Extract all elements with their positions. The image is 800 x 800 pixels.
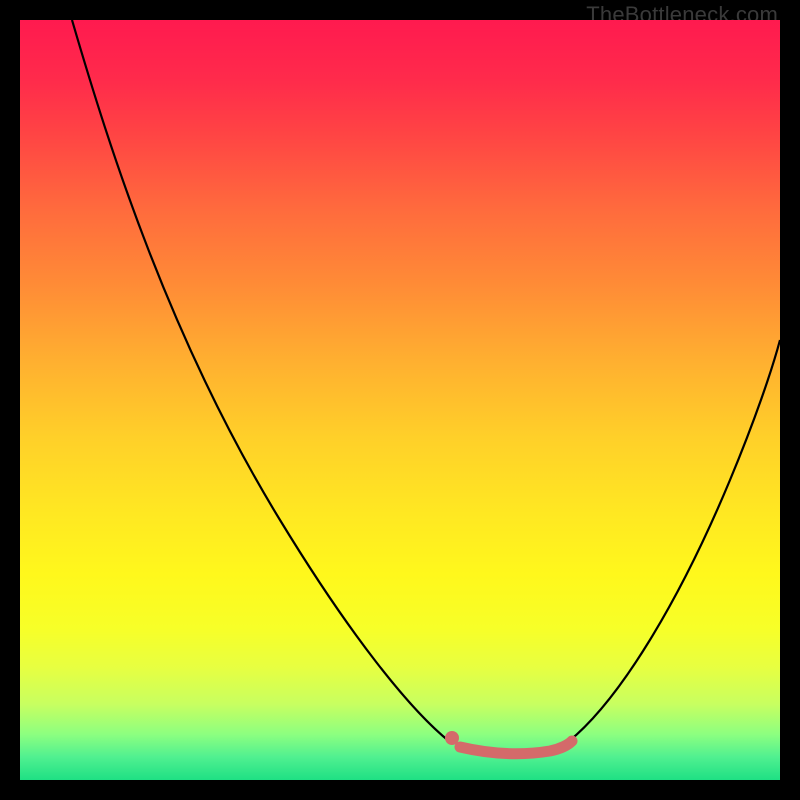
flat-bottom-segment [460,741,572,754]
chart-svg [20,20,780,780]
chart-plot-area [20,20,780,780]
marker-dot [445,731,459,745]
right-curve [568,340,780,742]
left-curve [72,20,450,742]
